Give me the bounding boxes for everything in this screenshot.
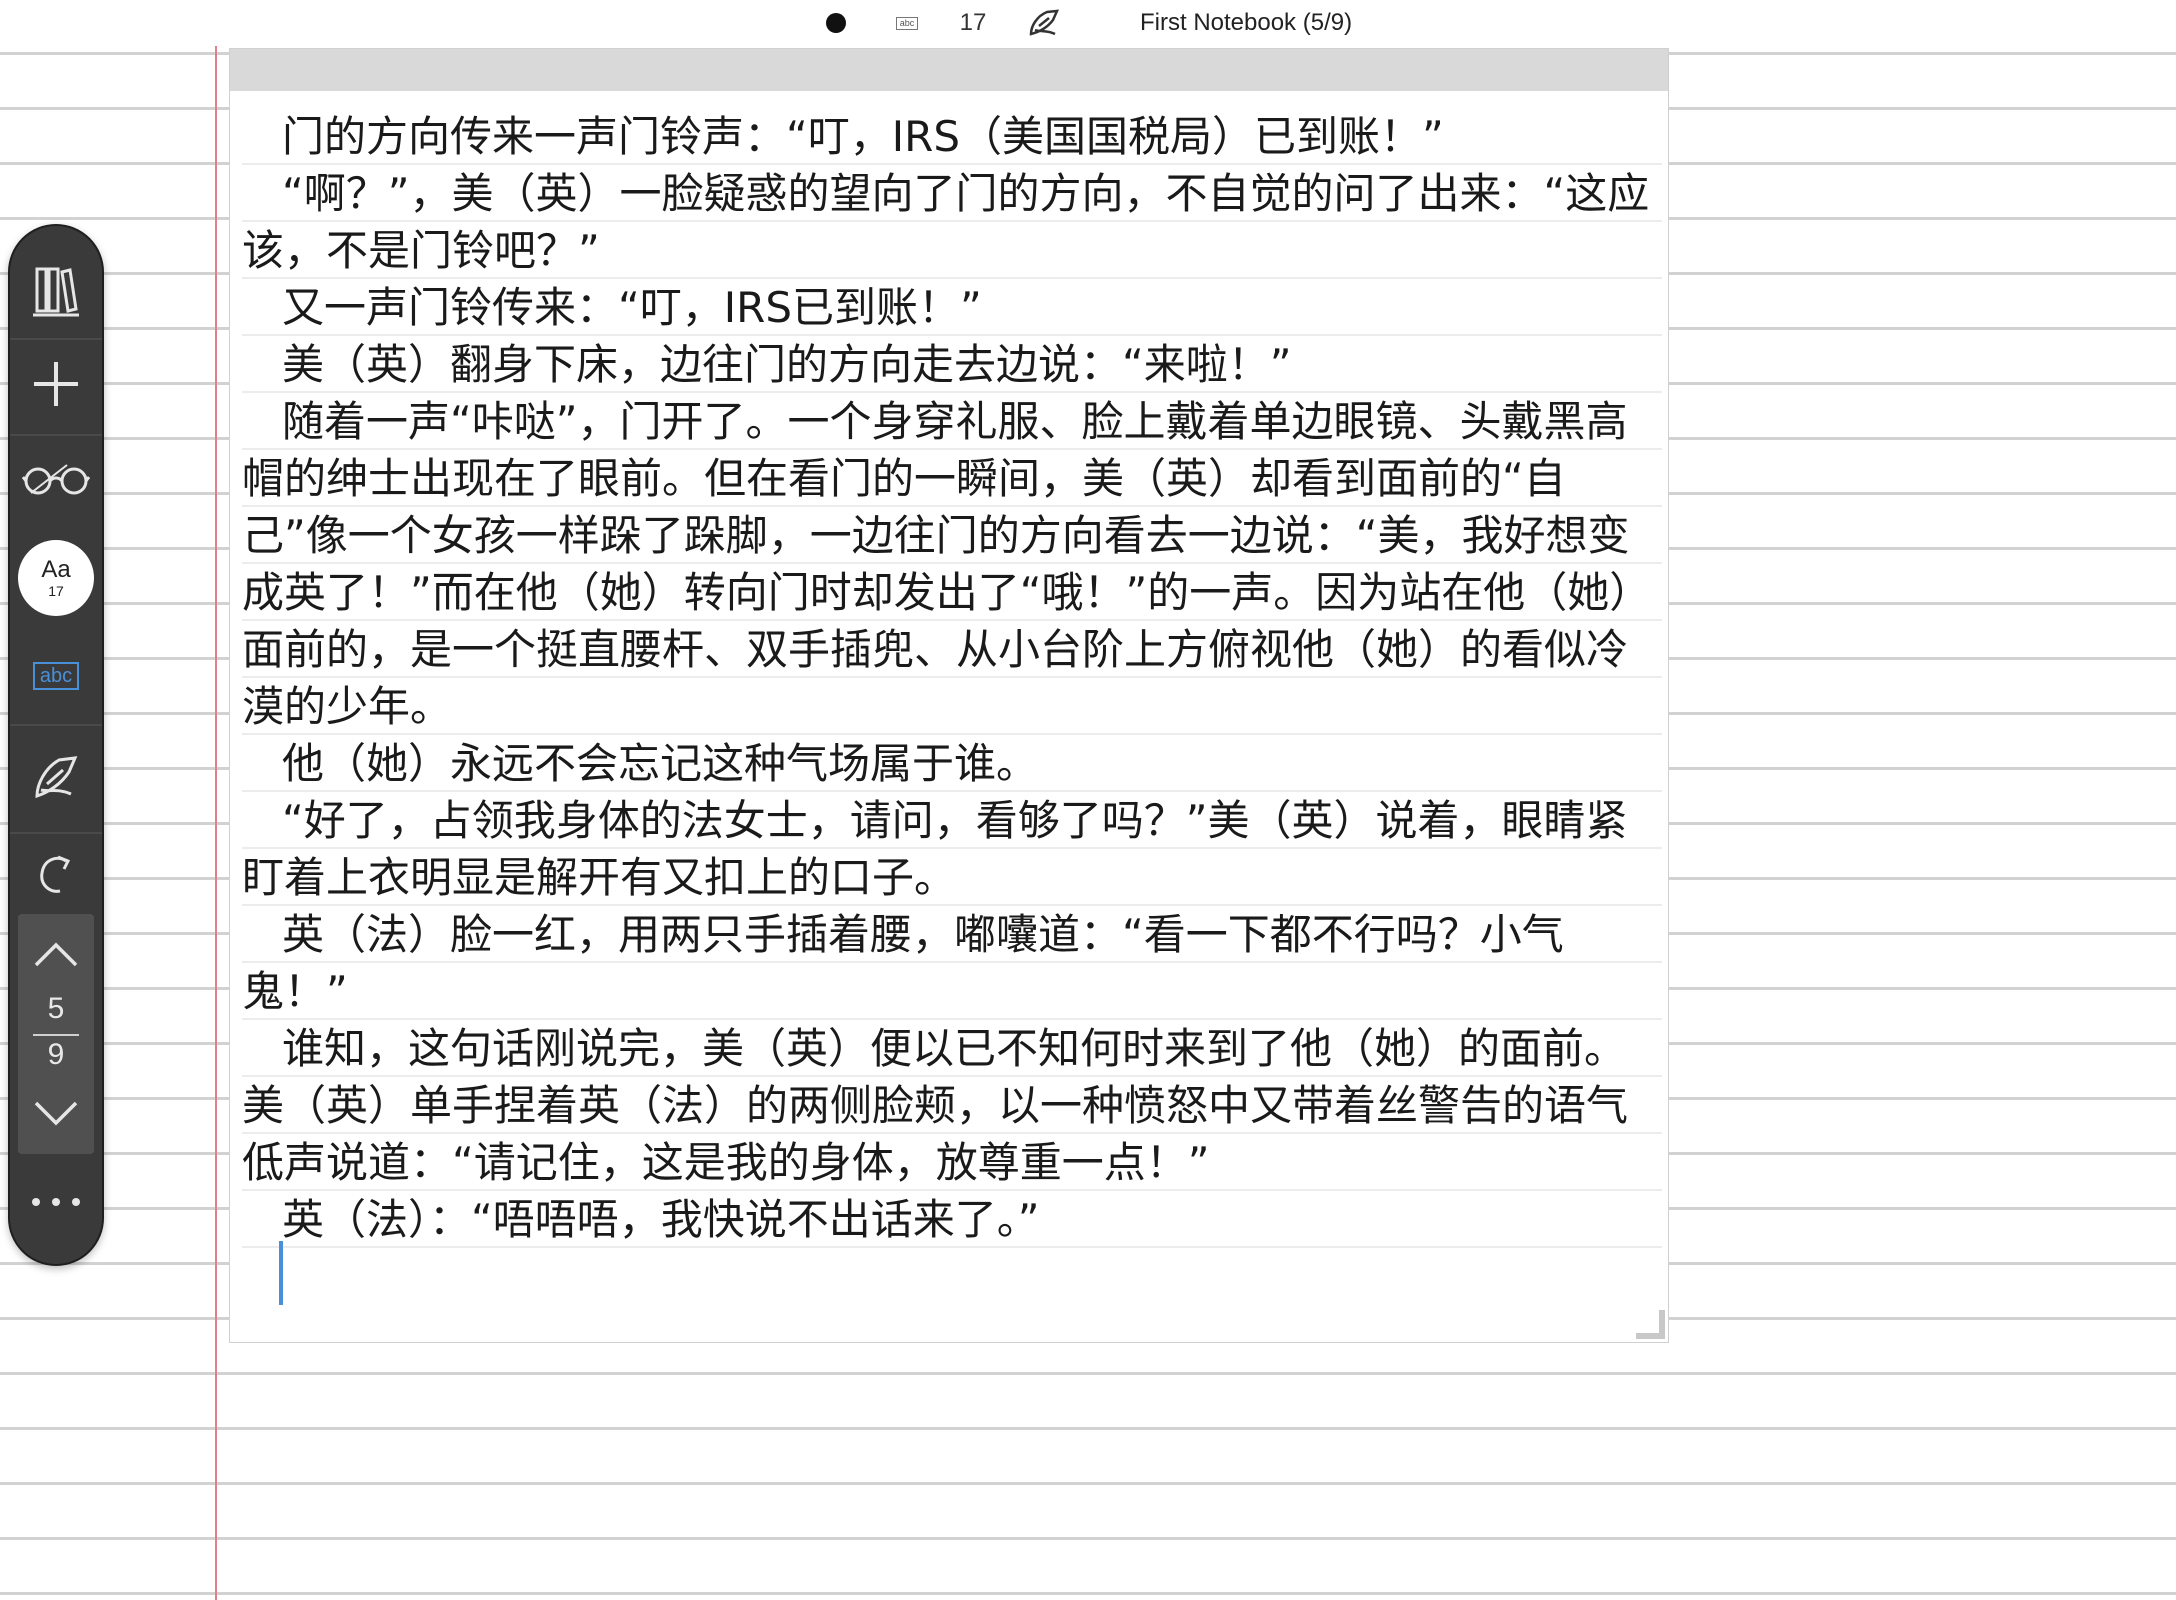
- note-paragraph: 美（英）翻身下床，边往门的方向走去边说：“来啦！”: [282, 340, 1292, 389]
- note-paragraph: 英（法）：“唔唔唔，我快说不出话来了。”: [282, 1195, 1040, 1244]
- note-paragraph: 谁知，这句话刚说完，美（英）便以已不知何时来到了他（她）的面前。美（英）单手捏着…: [242, 1024, 1629, 1187]
- add-icon: [34, 362, 78, 406]
- note-paragraph: 随着一声“咔哒”，门开了。一个身穿礼服、脸上戴着单边眼镜、头戴黑高帽的绅士出现在…: [242, 397, 1652, 731]
- font-label: Aa: [41, 556, 71, 583]
- note-paragraph: 门的方向传来一声门铃声：“叮，IRS（美国国税局）已到账！”: [282, 112, 1444, 161]
- pen-button[interactable]: [1022, 0, 1068, 46]
- note-paragraph: 他（她）永远不会忘记这种气场属于谁。: [282, 739, 1039, 788]
- pen-icon: [1029, 9, 1060, 36]
- text-note-box[interactable]: 门的方向传来一声门铃声：“叮，IRS（美国国税局）已到账！” “啊？”，美（英）…: [229, 48, 1669, 1343]
- add-page-button[interactable]: [10, 350, 102, 418]
- chevron-down-icon: [34, 1101, 78, 1126]
- next-page-button[interactable]: [10, 1084, 102, 1144]
- color-picker-button[interactable]: [820, 0, 852, 46]
- note-paragraph: 英（法）脸一红，用两只手插着腰，嘟囔道：“看一下都不行吗？小气鬼！”: [242, 910, 1564, 1016]
- font-settings-button[interactable]: Aa 17: [10, 538, 102, 618]
- note-drag-handle[interactable]: [230, 49, 1668, 91]
- note-paragraph: 又一声门铃传来：“叮，IRS已到账！”: [282, 283, 982, 332]
- library-icon: [33, 267, 79, 317]
- side-toolbar: Aa 17 abc 5 9: [8, 224, 104, 1266]
- total-pages-number: 9: [47, 1038, 65, 1071]
- page-fraction-divider: [33, 1034, 79, 1036]
- current-page-number: 5: [47, 992, 65, 1025]
- more-icon: [32, 1198, 80, 1206]
- note-text-area[interactable]: 门的方向传来一声门铃声：“叮，IRS（美国国税局）已到账！” “啊？”，美（英）…: [242, 108, 1662, 1248]
- black-dot-icon: [826, 13, 846, 33]
- redo-button[interactable]: [10, 838, 102, 910]
- top-toolbar: abc 17 First Notebook (5/9): [0, 0, 2176, 46]
- redo-icon: [40, 855, 71, 893]
- pen-tool-button[interactable]: [10, 738, 102, 818]
- glasses-icon: [21, 464, 91, 495]
- page-margin-line: [215, 0, 217, 1600]
- text-mode-toggle[interactable]: abc: [10, 646, 102, 706]
- note-paragraph: “啊？”，美（英）一脸疑惑的望向了门的方向，不自觉的问了出来：“这应该，不是门铃…: [242, 169, 1650, 275]
- text-cursor: [279, 1241, 283, 1305]
- font-icon: Aa 17: [18, 540, 94, 616]
- library-button[interactable]: [10, 256, 102, 324]
- resize-corner-icon: [1636, 1310, 1665, 1339]
- notebook-title: First Notebook (5/9): [1140, 9, 1353, 36]
- text-abc-icon: abc: [32, 662, 80, 690]
- resize-handle[interactable]: [1632, 1306, 1668, 1342]
- page-navigator: 5 9: [18, 914, 94, 1154]
- reading-mode-button[interactable]: [10, 448, 102, 510]
- text-abc-icon: abc: [895, 16, 919, 30]
- note-paragraph: “好了，占领我身体的法女士，请问，看够了吗？”美（英）说着，眼睛紧盯着上衣明显是…: [242, 796, 1628, 902]
- font-size-button[interactable]: 17: [952, 0, 994, 46]
- pen-icon: [35, 756, 78, 799]
- previous-page-button[interactable]: [10, 924, 102, 984]
- chevron-up-icon: [34, 942, 78, 967]
- more-options-button[interactable]: [10, 1172, 102, 1232]
- text-mode-button[interactable]: abc: [890, 0, 924, 46]
- font-size-label: 17: [48, 583, 64, 599]
